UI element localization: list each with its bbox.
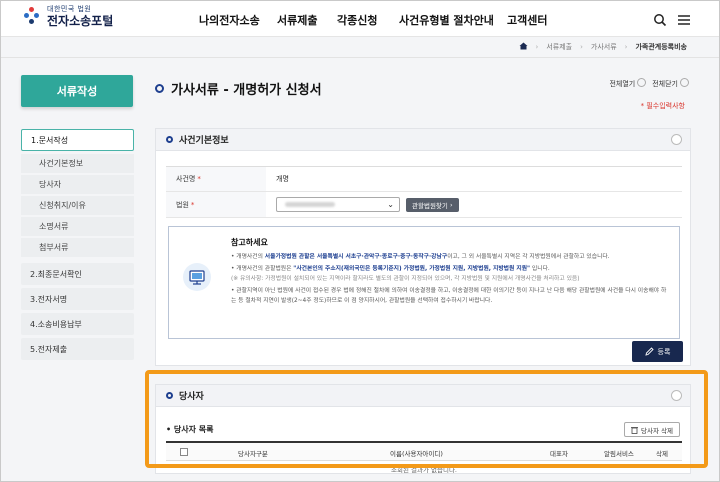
nav-customer-center[interactable]: 고객센터 xyxy=(507,12,547,28)
notice-title: 참고하세요 xyxy=(231,238,268,247)
sidebar-sub-purpose-reason[interactable]: 신청취지/이유 xyxy=(21,196,134,215)
chevron-down-icon xyxy=(637,78,647,87)
sidebar-item-e-submit[interactable]: 5.전자제출 xyxy=(21,338,134,360)
menu-icon[interactable] xyxy=(677,12,691,26)
breadcrumb-current: 가족관계등록비송 xyxy=(635,43,687,51)
court-label: 법원 xyxy=(176,200,189,209)
court-logo-icon xyxy=(23,6,43,28)
expand-all-button[interactable]: 전체열기 xyxy=(609,77,647,89)
home-icon[interactable] xyxy=(519,42,528,52)
sidebar-item-e-signature[interactable]: 3.전자서명 xyxy=(21,288,134,310)
court-select[interactable]: ⌄ xyxy=(276,197,400,212)
chevron-up-icon xyxy=(680,78,689,87)
case-name-value: 개명 xyxy=(276,175,289,183)
find-court-button[interactable]: 관할법원찾기 › xyxy=(406,197,459,212)
sidebar-title: 서류작성 xyxy=(21,75,133,107)
top-header: 대한민국 법원 전자소송포털 나의전자소송 서류제출 각종신청 사건유형별 절차… xyxy=(1,1,719,37)
case-name-label: 사건명 xyxy=(176,175,196,183)
app-frame: 대한민국 법원 전자소송포털 나의전자소송 서류제출 각종신청 사건유형별 절차… xyxy=(0,0,720,482)
title-bullet-icon xyxy=(155,84,164,93)
nav-document-submit[interactable]: 서류제출 xyxy=(277,12,317,28)
collapse-all-button[interactable]: 전체닫기 xyxy=(652,77,689,89)
breadcrumb-item[interactable]: 가사서류 xyxy=(591,42,617,52)
sidebar-sub-case-basic-info[interactable]: 사건기본정보 xyxy=(21,154,134,173)
nav-procedure-guide[interactable]: 사건유형별 절차안내 xyxy=(399,12,494,28)
logo-title: 전자소송포털 xyxy=(47,14,114,28)
register-button[interactable]: 등록 xyxy=(632,341,683,362)
chevron-right-icon: › xyxy=(580,43,583,51)
sidebar-item-write-document[interactable]: 1.문서작성 xyxy=(21,129,134,151)
breadcrumb-item[interactable]: 서류제출 xyxy=(546,42,572,52)
sidebar-item-fee-payment[interactable]: 4.소송비용납부 xyxy=(21,313,134,335)
case-name-row: 사건명 * 개명 xyxy=(166,166,682,192)
monitor-icon xyxy=(183,263,211,291)
nav-applications[interactable]: 각종신청 xyxy=(337,12,377,28)
collapse-toggle-icon[interactable] xyxy=(671,134,682,145)
case-basic-info-section: 사건기본정보 사건명 * 개명 법원 * ⌄ 관할법원찾기 › 참고하세요 • … xyxy=(155,128,691,366)
sidebar-item-final-check[interactable]: 2.최종문서확인 xyxy=(21,263,134,285)
nav-my-esuit[interactable]: 나의전자소송 xyxy=(199,12,260,28)
section-bullet-icon xyxy=(166,136,173,143)
sidebar-sub-parties[interactable]: 당사자 xyxy=(21,175,134,194)
site-logo[interactable]: 대한민국 법원 전자소송포털 xyxy=(23,5,113,28)
logo-subtitle: 대한민국 법원 xyxy=(47,5,92,13)
search-icon[interactable] xyxy=(653,12,667,27)
highlight-box xyxy=(145,370,708,468)
chevron-down-icon: ⌄ xyxy=(387,200,394,209)
chevron-right-icon: › xyxy=(535,43,539,51)
required-note: * 필수입력사항 xyxy=(640,102,685,110)
notice-box: 참고하세요 • 개명사건의 서울가정법원 관할은 서울특별시 서초구·관악구·종… xyxy=(168,226,680,339)
sidebar-menu: 1.문서작성 사건기본정보 당사자 신청취지/이유 소명서류 첨부서류 2.최종… xyxy=(21,129,134,363)
pencil-icon xyxy=(644,347,654,356)
court-row: 법원 * ⌄ 관할법원찾기 › xyxy=(166,192,682,218)
chevron-right-icon: › xyxy=(624,43,628,51)
breadcrumb: › 서류제출 › 가사서류 › 가족관계등록비송 xyxy=(1,38,719,58)
page-title: 가사서류 - 개명허가 신청서 xyxy=(155,79,322,98)
sidebar-sub-evidence[interactable]: 소명서류 xyxy=(21,217,134,236)
sidebar-sub-attachments[interactable]: 첨부서류 xyxy=(21,238,134,257)
section-header[interactable]: 사건기본정보 xyxy=(156,129,690,151)
